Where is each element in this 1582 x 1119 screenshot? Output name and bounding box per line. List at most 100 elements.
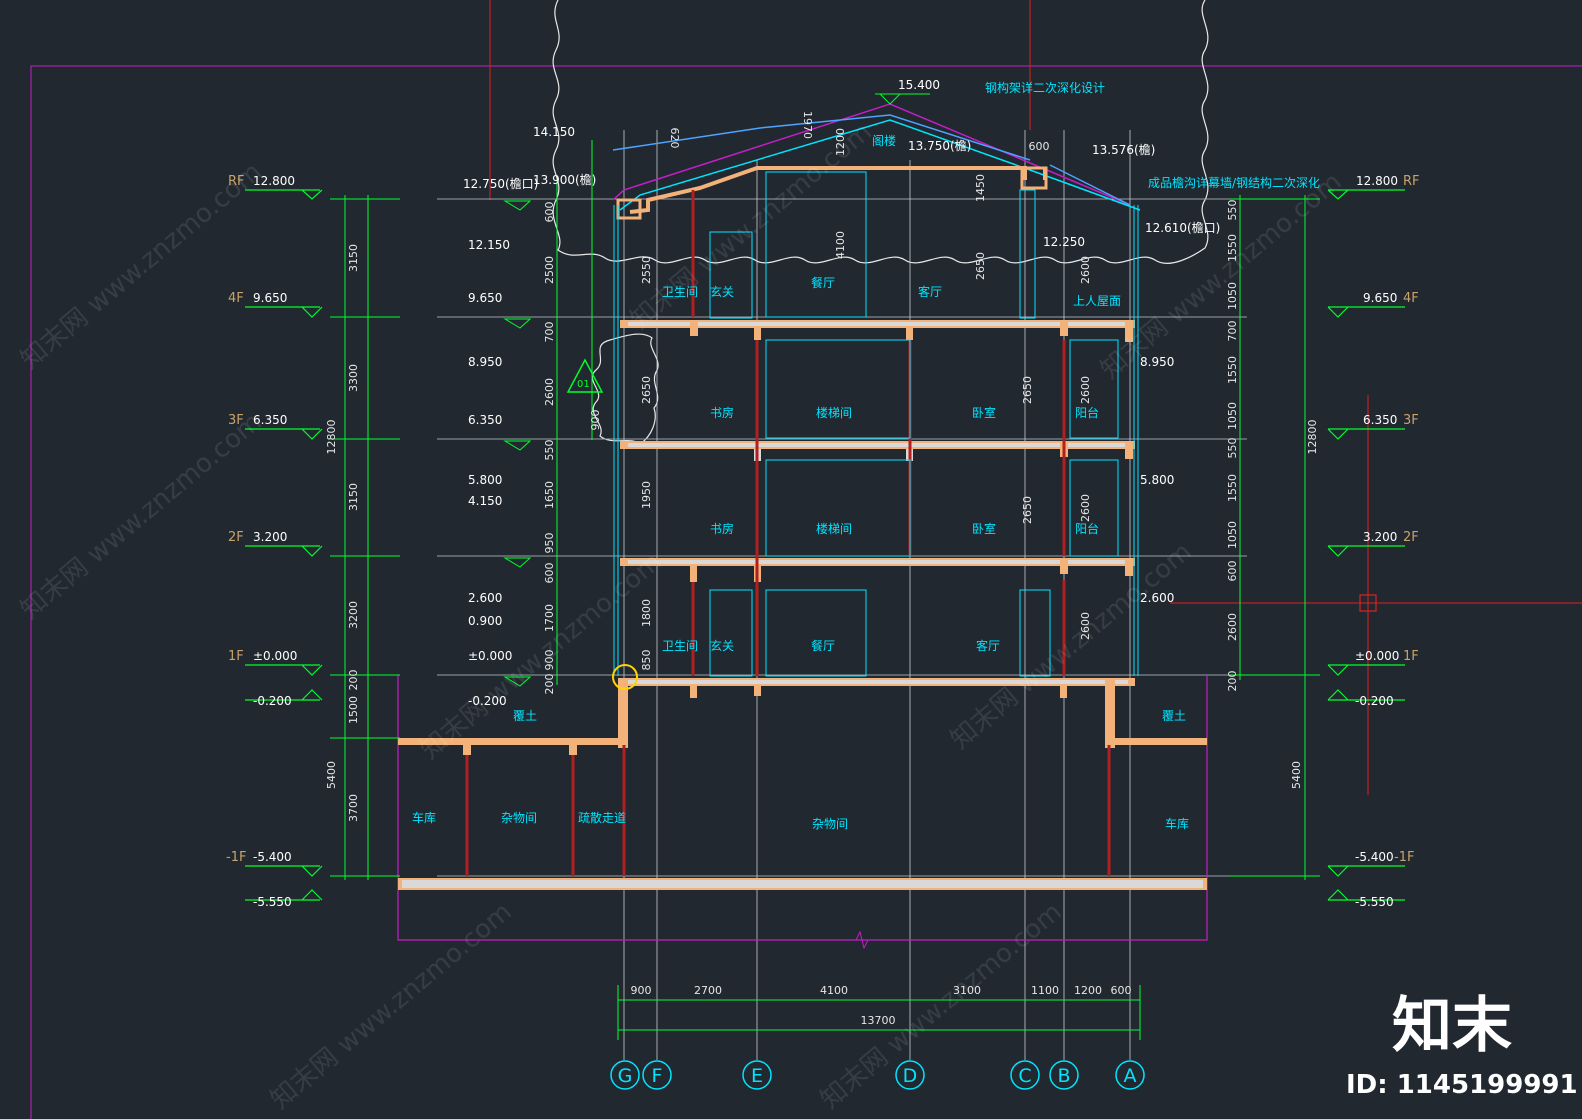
bottom-dim-total: 13700	[861, 1014, 896, 1027]
dim-1950: 1950	[640, 481, 653, 509]
right-level-2f: 3.200	[1363, 530, 1397, 544]
right-level-3f: 6.350	[1363, 413, 1397, 427]
inner-dim-4: 2600	[543, 378, 556, 406]
dim-1800: 1800	[640, 599, 653, 627]
left-floor-tag-1f: 1F	[228, 649, 244, 664]
right-floor-tag-2f: 2F	[1403, 530, 1419, 545]
dim-4100: 4100	[834, 231, 847, 259]
right-dim-total-b: 5400	[1290, 761, 1303, 789]
left-floor-tag-b1: -1F	[226, 850, 246, 865]
room-1f-living: 客厅	[976, 638, 1000, 653]
left-dim-2: 3300	[347, 364, 360, 392]
bottom-dim-2: 2700	[694, 984, 722, 997]
inner-dim-1: 600	[543, 202, 556, 223]
room-b1-store-center: 杂物间	[812, 817, 848, 831]
right-dim-total: 12800	[1306, 420, 1319, 455]
inner-dim-5: 550	[543, 440, 556, 461]
left-floor-tag-4f: 4F	[228, 291, 244, 306]
left-dim-6: 1500	[347, 696, 360, 724]
room-soil-right: 覆土	[1162, 709, 1186, 723]
dim-2600-c: 2600	[1079, 494, 1092, 522]
right-dim-5: 1550	[1226, 356, 1239, 384]
bottom-dim-6: 1200	[1074, 984, 1102, 997]
room-4f-entry: 玄关	[710, 284, 734, 299]
room-4f-dining: 餐厅	[811, 275, 835, 290]
cad-section-drawing: G F E D C B A RF 12.800 4F 9.650 3F 6.35…	[15, 0, 1582, 1119]
dim-2650-l3: 2650	[640, 376, 653, 404]
right-floor-tag-b1: -1F	[1394, 850, 1414, 865]
dim-2650-roof: 2650	[974, 252, 987, 280]
left-dim-4: 3200	[347, 601, 360, 629]
elev-13750: 13.750(檐)	[908, 139, 971, 153]
left-dim-total: 12800	[325, 420, 338, 455]
dim-600: 600	[1029, 140, 1050, 153]
left-level-4f: 9.650	[253, 291, 287, 305]
axis-label-c: C	[1018, 1065, 1031, 1087]
elev-13900: 13.900(檐)	[533, 173, 596, 187]
left-level-b1-sub: -5.550	[253, 895, 292, 909]
room-b1-store-left: 杂物间	[501, 811, 537, 825]
room-3f-balcony: 阳台	[1075, 405, 1099, 420]
dim-2600-b: 2600	[1079, 376, 1092, 404]
left-dim-chain	[330, 195, 400, 880]
elev-5800: 5.800	[468, 473, 502, 487]
right-level-b1: -5.400	[1355, 850, 1394, 864]
right-floor-tag-4f: 4F	[1403, 291, 1419, 306]
dim-2650-c3: 2650	[1021, 376, 1034, 404]
inner-dim-2: 2500	[543, 256, 556, 284]
watermark-7: 知末网 www.znzmo.com	[265, 897, 517, 1116]
elev-6350: 6.350	[468, 413, 502, 427]
left-dim-3: 3150	[347, 483, 360, 511]
room-2f-bed: 卧室	[972, 521, 996, 536]
detail-tag: 01	[577, 379, 590, 390]
room-soil-left: 覆土	[513, 709, 537, 723]
floor-guide-lines	[437, 198, 1247, 877]
watermark-1: 知末网 www.znzmo.com	[15, 157, 267, 376]
elev-9650: 9.650	[468, 291, 502, 305]
inner-dim-7: 950	[543, 533, 556, 554]
columns	[465, 190, 1111, 876]
axis-label-g: G	[618, 1065, 633, 1087]
axis-label-a: A	[1124, 1065, 1137, 1087]
left-level-1f: ±0.000	[253, 649, 297, 663]
watermark-layer: 知末网 www.znzmo.com 知末网 www.znzmo.com 知末网 …	[15, 117, 1347, 1116]
elev-0000: ±0.000	[468, 649, 512, 663]
elev-12150: 12.150	[468, 238, 510, 252]
watermark-4: 知末网 www.znzmo.com	[415, 547, 667, 766]
axis-label-f: F	[652, 1065, 663, 1087]
elev-ridge: 15.400	[898, 78, 940, 92]
bottom-dim-5: 1100	[1031, 984, 1059, 997]
dim-850: 850	[640, 650, 653, 671]
inner-dim-11: 200	[543, 674, 556, 695]
watermark-6: 知末网 www.znzmo.com	[1095, 167, 1347, 386]
right-floor-tag-3f: 3F	[1403, 413, 1419, 428]
left-level-1f-sub: -0.200	[253, 694, 292, 708]
elev-14150: 14.150	[533, 125, 575, 139]
room-2f-study: 书房	[710, 521, 734, 536]
revision-cloud	[552, 0, 1209, 264]
room-b1-garage-right: 车库	[1165, 816, 1189, 831]
left-level-2f: 3.200	[253, 530, 287, 544]
elev-12750: 12.750(檐口)	[463, 177, 538, 191]
right-dim-10: 600	[1226, 561, 1239, 582]
drawing-frame	[30, 65, 1582, 1119]
right-dim-9: 1050	[1226, 521, 1239, 549]
room-b1-corridor: 疏散走道	[578, 810, 626, 825]
elev-12250: 12.250	[1043, 235, 1085, 249]
brand-id: ID: 1145199991	[1346, 1070, 1578, 1100]
elev-2600: 2.600	[468, 591, 502, 605]
right-level-1f-sub: -0.200	[1355, 694, 1394, 708]
brand-logo: 知末	[1392, 991, 1512, 1061]
axis-label-b: B	[1057, 1065, 1070, 1087]
inner-dim-3: 700	[543, 322, 556, 343]
dim-900: 900	[589, 410, 602, 431]
inner-dim-6: 1650	[543, 481, 556, 509]
room-1f-bath: 卫生间	[662, 639, 698, 653]
right-dim-8: 1550	[1226, 474, 1239, 502]
dim-2600-a: 2600	[1079, 256, 1092, 284]
right-level-b1-sub: -5.550	[1355, 895, 1394, 909]
room-3f-study: 书房	[710, 405, 734, 420]
right-level-1f: ±0.000	[1355, 649, 1399, 663]
dim-2550: 2550	[640, 256, 653, 284]
left-dim-1: 3150	[347, 244, 360, 272]
